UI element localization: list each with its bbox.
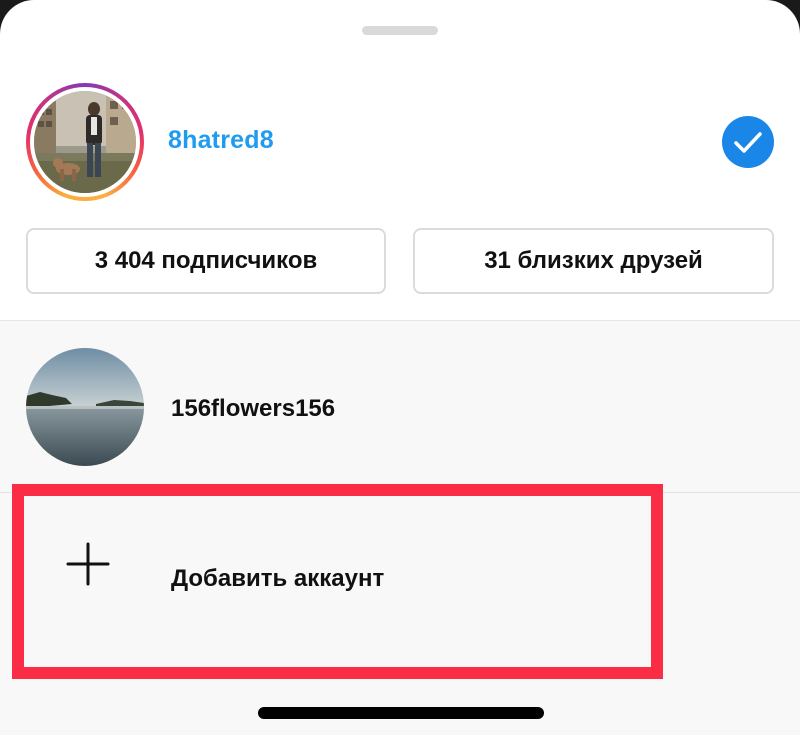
- current-username: 8hatred8: [168, 126, 274, 154]
- close-friends-button[interactable]: 31 близких друзей: [413, 228, 774, 294]
- home-indicator[interactable]: [258, 707, 544, 719]
- current-account-row[interactable]: 8hatred8: [0, 80, 800, 204]
- checkmark-icon: [722, 116, 774, 168]
- account-username: 156flowers156: [171, 395, 336, 422]
- account-row-156flowers156[interactable]: 156flowers156: [0, 321, 800, 491]
- sheet-grabber[interactable]: [362, 26, 438, 35]
- accounts-list: 156flowers156 Добавить аккаунт: [0, 320, 800, 735]
- story-ring: [26, 83, 144, 201]
- account-switcher-sheet: 8hatred8 3 404 подписчиков 31 близких др…: [0, 0, 800, 735]
- avatar: [26, 348, 144, 466]
- avatar: [34, 91, 136, 193]
- followers-button[interactable]: 3 404 подписчиков: [26, 228, 386, 294]
- highlight-frame: [12, 484, 663, 679]
